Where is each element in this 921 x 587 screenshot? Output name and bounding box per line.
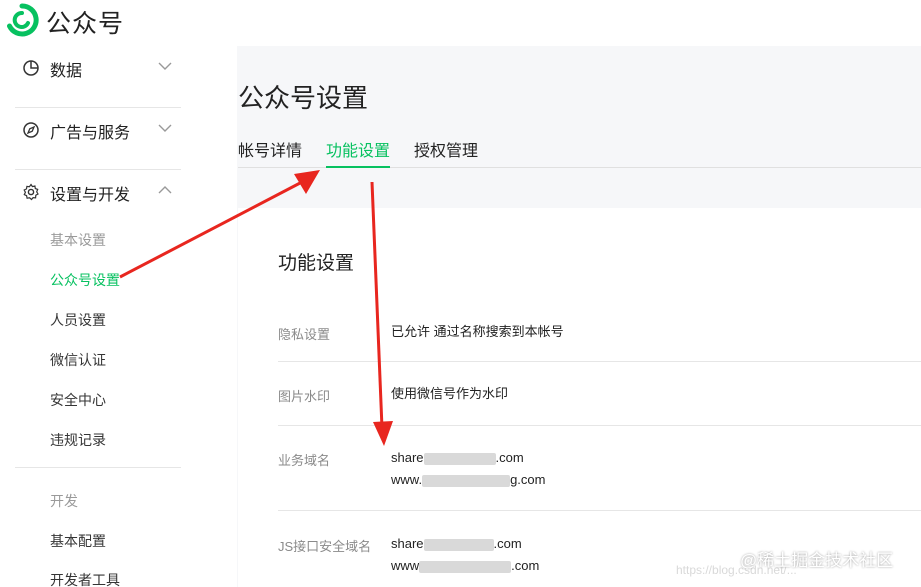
row-label: 隐私设置 <box>278 327 331 342</box>
sidebar-item-developer-tools[interactable]: 开发者工具 <box>50 570 120 587</box>
sidebar-group-data[interactable]: 数据 <box>15 46 181 108</box>
sidebar-item-account-settings[interactable]: 公众号设置 <box>50 270 120 290</box>
sidebar-item-wechat-verification[interactable]: 微信认证 <box>50 350 106 370</box>
tab-account-details[interactable]: 帐号详情 <box>238 137 302 168</box>
redacted-blur <box>423 452 496 465</box>
domain-line: www. g.com <box>391 469 545 491</box>
settings-row-image-watermark: 图片水印 使用微信号作为水印 <box>278 362 921 426</box>
sidebar-item-basic-config[interactable]: 基本配置 <box>50 531 106 551</box>
sidebar-item-violation-records[interactable]: 违规记录 <box>50 430 106 450</box>
wechat-official-account-logo-icon[interactable] <box>5 3 39 37</box>
domain-list: share .com www. g.com <box>391 447 545 491</box>
chevron-up-icon <box>158 186 172 194</box>
settings-row-privacy: 隐私设置 已允许 通过名称搜索到本帐号 <box>278 310 921 362</box>
row-value: 使用微信号作为水印 <box>391 386 509 401</box>
sidebar-group-label: 设置与开发 <box>50 187 131 204</box>
domain-line: share .com <box>391 533 539 555</box>
gear-icon <box>23 183 39 201</box>
sidebar-group-label: 数据 <box>50 63 83 80</box>
sidebar-item-staff-settings[interactable]: 人员设置 <box>50 310 106 330</box>
sidebar-group-settings-dev[interactable]: 设置与开发 <box>15 170 181 232</box>
site-watermark: @稀土掘金技术社区 <box>740 551 894 570</box>
top-bar: 公众号 <box>0 0 921 46</box>
domain-line: share .com <box>391 447 545 469</box>
domain-prefix: share <box>391 536 424 551</box>
domain-prefix: share <box>391 450 424 465</box>
domain-list: share .com www .com <box>391 533 539 577</box>
redacted-blur <box>419 560 512 573</box>
chevron-down-icon <box>158 62 172 70</box>
tab-function-settings[interactable]: 功能设置 <box>326 137 391 168</box>
domain-suffix: .com <box>493 536 522 551</box>
settings-panel: 功能设置 隐私设置 已允许 通过名称搜索到本帐号 图片水印 使用微信号作为水印 … <box>238 208 921 587</box>
redacted-blur <box>423 538 494 551</box>
domain-prefix: www <box>391 558 420 573</box>
domain-prefix: www. <box>391 472 423 487</box>
row-label: 图片水印 <box>278 389 331 404</box>
row-label: 业务域名 <box>278 453 331 468</box>
domain-line: www .com <box>391 555 539 577</box>
chevron-down-icon <box>158 124 172 132</box>
sidebar: 数据 广告与服务 设置与开发 基本设置 公众号设置 人员设置 微信认证 安全中心… <box>0 46 237 587</box>
pie-chart-icon <box>23 60 39 76</box>
sidebar-category-basic-settings: 基本设置 <box>50 232 106 248</box>
domain-suffix: g.com <box>510 472 546 487</box>
section-title: 功能设置 <box>278 253 355 274</box>
domain-suffix: .com <box>495 450 524 465</box>
row-label: JS接口安全域名 <box>278 539 372 554</box>
sidebar-group-ads-services[interactable]: 广告与服务 <box>15 108 181 170</box>
row-value: 已允许 通过名称搜索到本帐号 <box>391 324 564 339</box>
redacted-blur <box>422 474 511 487</box>
compass-icon <box>23 122 39 138</box>
sidebar-item-security-center[interactable]: 安全中心 <box>50 390 106 410</box>
page-title: 公众号设置 <box>238 83 369 113</box>
sidebar-divider <box>15 467 181 468</box>
sidebar-category-development: 开发 <box>50 493 78 509</box>
settings-row-business-domain: 业务域名 share .com www. g.com <box>278 426 921 511</box>
tab-authorization-management[interactable]: 授权管理 <box>414 137 478 168</box>
sidebar-group-label: 广告与服务 <box>50 125 131 142</box>
tab-bar: 帐号详情 功能设置 授权管理 <box>238 128 921 168</box>
domain-suffix: .com <box>511 558 540 573</box>
app-title: 公众号 <box>46 10 125 38</box>
